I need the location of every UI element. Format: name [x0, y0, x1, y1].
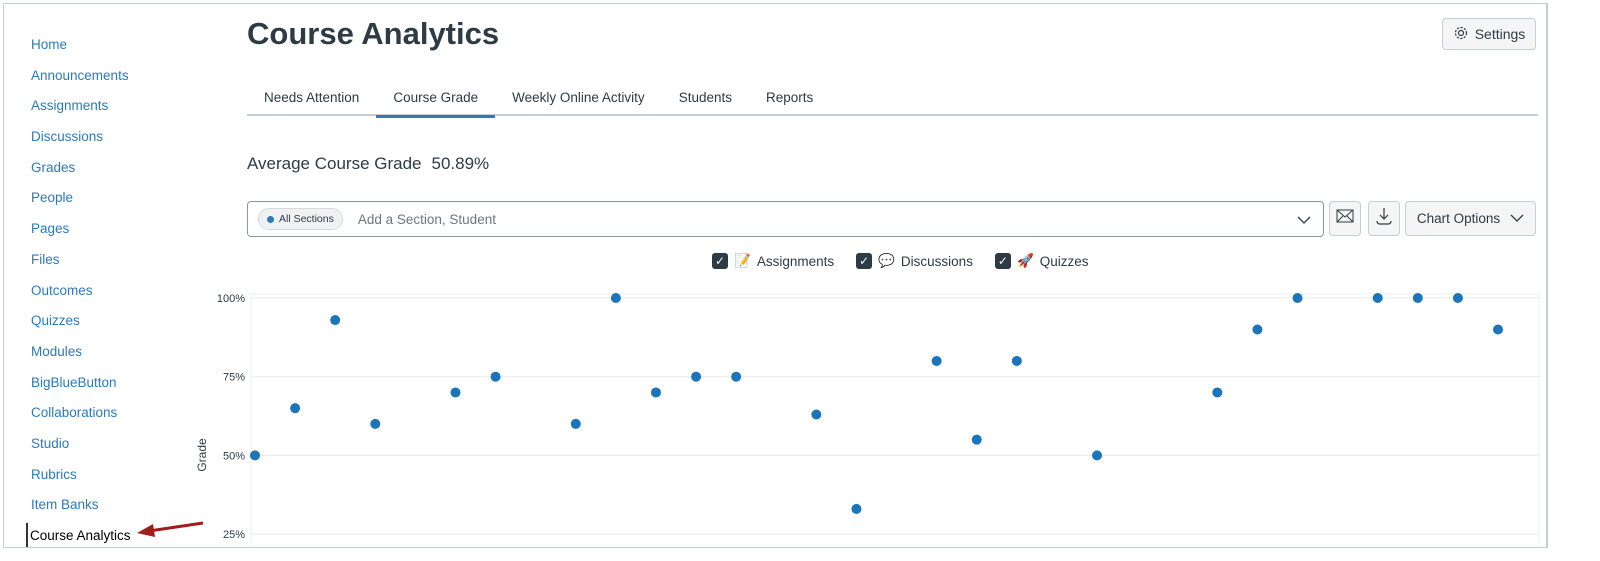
- checkbox-checked-icon[interactable]: ✓: [994, 253, 1011, 269]
- sidebar-item-quizzes[interactable]: Quizzes: [27, 308, 207, 339]
- download-icon: [1376, 207, 1392, 230]
- y-tick-label: 75%: [223, 372, 245, 384]
- data-point: [1252, 324, 1263, 335]
- data-point: [971, 434, 982, 445]
- chevron-down-icon: [1510, 211, 1524, 226]
- data-point: [330, 315, 341, 326]
- y-tick-label: 50%: [223, 450, 245, 462]
- mail-icon: [1336, 209, 1354, 228]
- download-button[interactable]: [1368, 201, 1400, 236]
- tab-course-grade[interactable]: Course Grade: [376, 78, 496, 118]
- settings-label: Settings: [1474, 26, 1526, 42]
- sidebar-item-studio[interactable]: Studio: [27, 431, 207, 462]
- sidebar-item-grades[interactable]: Grades: [27, 155, 207, 186]
- annotation-arrow-icon: [137, 521, 204, 537]
- sidebar-item-bigbluebutton[interactable]: BigBlueButton: [27, 370, 207, 401]
- data-point: [691, 371, 702, 382]
- discussion-icon: 💬: [878, 253, 895, 268]
- sidebar-item-collaborations[interactable]: Collaborations: [27, 400, 207, 431]
- checkbox-checked-icon[interactable]: ✓: [856, 253, 873, 269]
- data-point: [610, 293, 621, 303]
- sidebar-item-pages[interactable]: Pages: [27, 216, 207, 247]
- sidebar-item-discussions[interactable]: Discussions: [27, 124, 207, 155]
- data-point: [1092, 450, 1103, 461]
- data-point: [1372, 293, 1383, 303]
- data-point: [851, 503, 862, 514]
- chart-options-label: Chart Options: [1416, 211, 1501, 226]
- legend-assignments[interactable]: ✓ 📝 Assignments: [712, 253, 834, 269]
- course-nav: Home Announcements Assignments Discussions G…: [26, 32, 207, 547]
- page-title: Course Analytics: [247, 16, 500, 51]
- legend-label: Assignments: [756, 253, 835, 269]
- data-point: [1412, 293, 1423, 303]
- tab-weekly-online-activity[interactable]: Weekly Online Activity: [495, 78, 662, 118]
- legend-label: Discussions: [900, 253, 973, 269]
- data-point: [931, 355, 942, 366]
- data-point: [370, 418, 381, 429]
- data-point: [650, 387, 661, 398]
- dot-icon: [267, 215, 274, 223]
- sidebar-item-rubrics[interactable]: Rubrics: [27, 462, 207, 493]
- legend-label: Quizzes: [1039, 253, 1089, 269]
- plot-area: [250, 293, 1540, 547]
- sidebar-item-announcements[interactable]: Announcements: [27, 63, 207, 94]
- y-tick-label: 25%: [223, 529, 245, 541]
- tab-reports[interactable]: Reports: [749, 78, 830, 118]
- y-axis-label: Grade: [195, 438, 209, 472]
- sidebar-item-outcomes[interactable]: Outcomes: [27, 278, 207, 309]
- data-point: [250, 450, 260, 461]
- filter-placeholder: Add a Section, Student: [357, 211, 496, 227]
- sidebar-item-assignments[interactable]: Assignments: [27, 93, 207, 124]
- chevron-down-icon[interactable]: [1297, 212, 1311, 230]
- data-point: [731, 371, 742, 382]
- grade-scatter-chart: 100% 75% 50% 25% Grade: [195, 293, 1540, 547]
- chart-options-button[interactable]: Chart Options: [1405, 201, 1536, 236]
- sidebar-item-home[interactable]: Home: [27, 32, 207, 63]
- data-point: [1493, 324, 1503, 335]
- page-frame: Home Announcements Assignments Discussions G…: [3, 3, 1548, 548]
- message-students-button[interactable]: [1329, 201, 1361, 236]
- checkbox-checked-icon[interactable]: ✓: [712, 253, 728, 269]
- sidebar-item-files[interactable]: Files: [27, 247, 207, 278]
- data-point: [811, 409, 822, 420]
- legend-discussions[interactable]: ✓ 💬 Discussions: [856, 253, 973, 269]
- data-point: [490, 371, 501, 382]
- tab-bar: Needs Attention Course Grade Weekly Online…: [247, 78, 1538, 118]
- y-tick-label: 100%: [217, 293, 245, 305]
- sidebar-item-people[interactable]: People: [27, 185, 207, 216]
- pill-label: All Sections: [279, 213, 334, 225]
- data-point: [1292, 293, 1303, 303]
- data-point: [1011, 355, 1022, 366]
- data-point: [290, 403, 301, 414]
- data-point: [1212, 387, 1223, 398]
- avg-value: 50.89%: [431, 154, 490, 173]
- avg-label: Average Course Grade: [247, 154, 422, 173]
- gear-icon: [1453, 25, 1469, 44]
- chart-legend: ✓ 📝 Assignments ✓ 💬 Discussions ✓ 🚀 Quizzes: [712, 253, 1089, 269]
- section-student-filter[interactable]: All Sections Add a Section, Student: [247, 201, 1324, 237]
- settings-button[interactable]: Settings: [1442, 18, 1536, 50]
- tab-students[interactable]: Students: [662, 78, 749, 118]
- assignment-icon: 📝: [734, 253, 751, 268]
- sidebar-item-modules[interactable]: Modules: [27, 339, 207, 370]
- tab-needs-attention[interactable]: Needs Attention: [247, 78, 376, 118]
- all-sections-pill[interactable]: All Sections: [258, 208, 343, 230]
- data-point: [450, 387, 461, 398]
- rocket-icon: 🚀: [1016, 253, 1034, 268]
- average-course-grade: Average Course Grade 50.89%: [247, 154, 489, 174]
- legend-quizzes[interactable]: ✓ 🚀 Quizzes: [994, 253, 1089, 269]
- data-point: [570, 418, 581, 429]
- data-point: [1452, 293, 1463, 303]
